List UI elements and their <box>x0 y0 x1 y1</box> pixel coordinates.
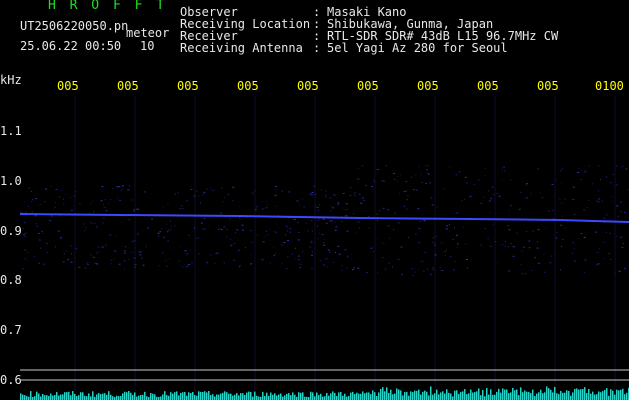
time-gridlines <box>74 96 616 392</box>
spectrogram-plot <box>19 96 629 400</box>
noise-level-strip <box>20 386 629 400</box>
carrier-signal-line <box>19 213 629 223</box>
